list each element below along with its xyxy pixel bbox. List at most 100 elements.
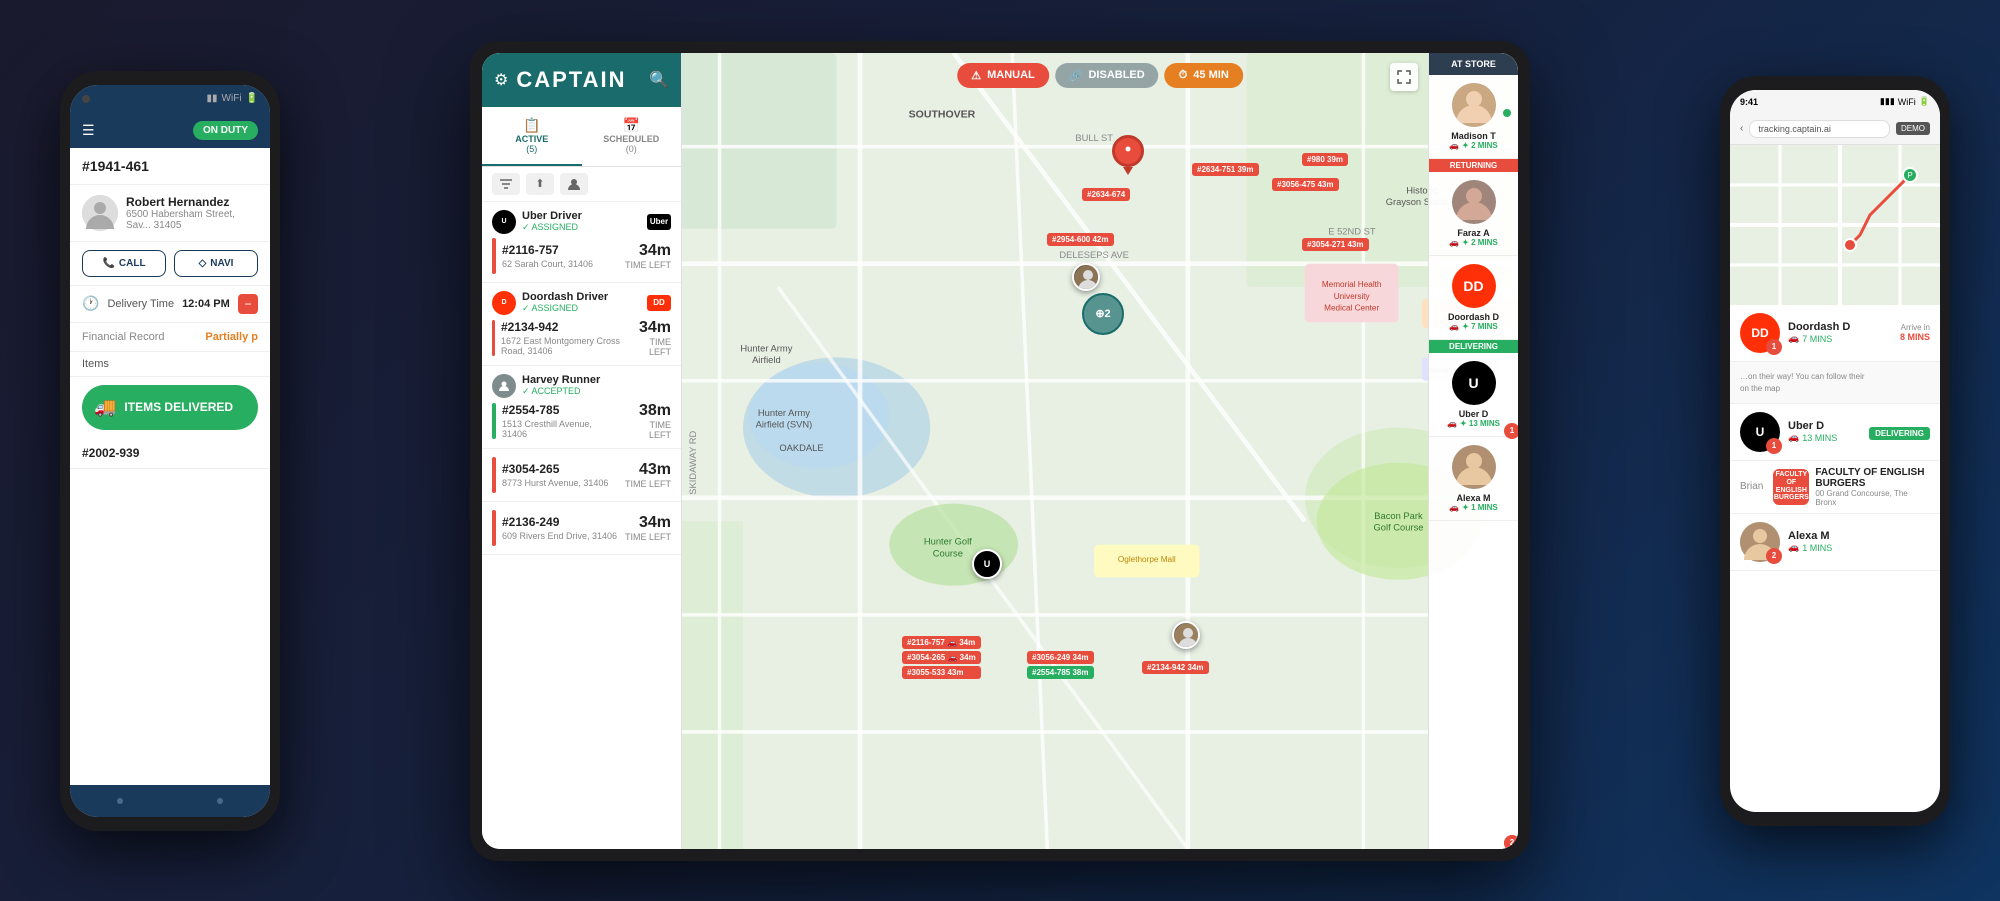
driver-icon — [560, 173, 588, 195]
driver-status-2: ✓ ASSIGNED — [522, 303, 608, 314]
filter-icon[interactable] — [492, 173, 520, 195]
right-driver-madison[interactable]: Madison T 🚗✦ 2 MINS — [1429, 75, 1518, 159]
delivery-notification: …on their way! You can follow theiron th… — [1730, 362, 1940, 404]
right-phone-driver-3[interactable]: 2 Alexa M 🚗 1 MINS — [1730, 514, 1940, 571]
doordash-photo-right: DD 1 — [1740, 313, 1780, 353]
customer-avatar — [82, 195, 118, 231]
order-address-5: 609 Rivers End Drive, 31406 — [502, 531, 617, 541]
phone-map-svg: P — [1730, 145, 1940, 305]
call-button[interactable]: 📞 CALL — [82, 250, 166, 277]
svg-text:Course: Course — [933, 548, 963, 558]
phone-left-screen: ▮▮ WiFi 🔋 ☰ ON DUTY #1941-461 — [70, 85, 270, 817]
camera-dot — [82, 95, 90, 103]
dot-1 — [117, 798, 123, 804]
svg-text:OAKDALE: OAKDALE — [779, 443, 823, 453]
back-btn[interactable]: ‹ — [1740, 123, 1743, 134]
pins-top-right2: #3056-475 43m — [1272, 178, 1339, 191]
on-duty-button[interactable]: ON DUTY — [193, 121, 258, 140]
tablet-screen: ⚙ CAPTAIN 🔍 📋 ACTIVE (5) 📅 SCHEDULED (0) — [482, 53, 1518, 849]
order-id-5: #2136-249 — [502, 515, 617, 529]
items-delivered-button[interactable]: 🚚 ITEMS DELIVERED — [82, 385, 258, 430]
pins-mid: #2634-674 — [1082, 188, 1130, 201]
doordash-d-photo: DD 1 — [1452, 264, 1496, 308]
svg-text:Hunter Golf: Hunter Golf — [924, 536, 972, 546]
menu-icon[interactable]: ☰ — [82, 122, 95, 139]
financial-value: Partially p — [205, 331, 258, 343]
order-item-5[interactable]: #2136-249 609 Rivers End Drive, 31406 34… — [482, 502, 681, 555]
items-section: Items — [70, 352, 270, 377]
doordash-logo: DD — [647, 295, 671, 311]
search-icon[interactable]: 🔍 — [649, 70, 669, 90]
delivering-badge: DELIVERING — [1429, 340, 1518, 353]
phone-customer: Robert Hernandez 6500 Habersham Street, … — [70, 185, 270, 242]
tab-scheduled[interactable]: 📅 SCHEDULED (0) — [582, 107, 682, 166]
doordash-d-name: Doordash D — [1435, 312, 1512, 322]
order-item-3[interactable]: Harvey Runner ✓ ACCEPTED #2554-785 1513 … — [482, 366, 681, 449]
badge-manual[interactable]: ⚠MANUAL — [957, 63, 1049, 88]
restaurant-logo: FACULTY OF ENGLISH BURGERS — [1773, 469, 1809, 505]
pins-cluster-bottom-left: #2116-757 🚗 34m #3054-265 🚗 34m #3055-53… — [902, 636, 981, 679]
svg-text:SKIDAWAY RD: SKIDAWAY RD — [688, 430, 698, 494]
alexa-info: Alexa M 🚗 1 MINS — [1788, 530, 1930, 553]
svg-text:Hunter Army: Hunter Army — [758, 407, 810, 417]
phone-right-map: P — [1730, 145, 1940, 305]
order-item-1[interactable]: U Uber Driver ✓ ASSIGNED Uber #2116-757 … — [482, 202, 681, 283]
driver-marker-1 — [1072, 263, 1100, 291]
clock-icon: 🕐 — [82, 295, 99, 312]
phone-action-buttons: 📞 CALL ◇ NAVI — [70, 242, 270, 286]
right-driver-uber[interactable]: U 1 Uber D 🚗✦ 13 MINS — [1429, 353, 1518, 437]
cluster-bubble[interactable]: ⊕2 — [1082, 293, 1124, 335]
right-driver-doordash[interactable]: DD 1 Doordash D 🚗✦ 7 MINS — [1429, 256, 1518, 340]
map-controls: ⚠MANUAL 🔗DISABLED ⏱45 MIN — [957, 63, 1243, 88]
order-address-2: 1672 East Montgomery Cross Road, 31406 — [501, 336, 631, 356]
driver-name-3: Harvey Runner — [522, 374, 600, 386]
phone-order-id: #1941-461 — [82, 158, 258, 174]
sort-icon[interactable]: ⬆ — [526, 173, 554, 195]
badge-disabled[interactable]: 🔗DISABLED — [1055, 63, 1159, 88]
phone-right-screen: 9:41 ▮▮▮ WiFi 🔋 ‹ tracking.captain.ai DE… — [1730, 90, 1940, 812]
madison-name: Madison T — [1435, 131, 1512, 141]
sidebar-header: ⚙ CAPTAIN 🔍 — [482, 53, 681, 107]
minus-button[interactable]: − — [238, 294, 258, 314]
order-item-2[interactable]: D Doordash Driver ✓ ASSIGNED DD #2134-94… — [482, 283, 681, 366]
right-phone-driver-1[interactable]: DD 1 Doordash D 🚗 7 MINS Arrive in 8 MIN… — [1730, 305, 1940, 362]
badge-time[interactable]: ⏱45 MIN — [1165, 63, 1243, 88]
svg-text:Memorial Health: Memorial Health — [1322, 280, 1382, 289]
delivery-time-row: 🕐 Delivery Time 12:04 PM − — [70, 286, 270, 323]
order-item-4[interactable]: #3054-265 8773 Hurst Avenue, 31406 43m T… — [482, 449, 681, 502]
right-driver-faraz[interactable]: Faraz A 🚗✦ 2 MINS — [1429, 172, 1518, 256]
nav-icon: ◇ — [199, 258, 207, 269]
tablet-right-panel: AT STORE Madison T 🚗✦ 2 MINS — [1428, 53, 1518, 849]
phone-right-statusbar: 9:41 ▮▮▮ WiFi 🔋 — [1730, 90, 1940, 114]
right-phone-driver-2[interactable]: U 1 Uber D 🚗 13 MINS DELIVERING — [1730, 404, 1940, 461]
faraz-name: Faraz A — [1435, 228, 1512, 238]
phone-order-header: #1941-461 — [70, 148, 270, 185]
main-red-pin — [1112, 135, 1144, 175]
phone-right: 9:41 ▮▮▮ WiFi 🔋 ‹ tracking.captain.ai DE… — [1720, 76, 1950, 826]
driver-status-3: ✓ ACCEPTED — [522, 386, 600, 397]
svg-text:BULL ST: BULL ST — [1075, 132, 1113, 142]
gear-icon[interactable]: ⚙ — [494, 70, 508, 90]
signal-right-icon: ▮▮▮ — [1880, 96, 1895, 107]
financial-label: Financial Record — [82, 331, 165, 343]
navi-button[interactable]: ◇ NAVI — [174, 250, 258, 277]
phone-left: ▮▮ WiFi 🔋 ☰ ON DUTY #1941-461 — [60, 71, 280, 831]
driver-marker-2 — [1172, 621, 1200, 649]
tab-active[interactable]: 📋 ACTIVE (5) — [482, 107, 582, 166]
url-bar[interactable]: tracking.captain.ai — [1749, 120, 1890, 138]
svg-text:University: University — [1334, 291, 1371, 300]
uber-d-time: 🚗✦ 13 MINS — [1435, 419, 1512, 428]
order-id-1: #2116-757 — [502, 243, 593, 257]
order-indicator-1 — [492, 238, 496, 274]
pins-top-right: #2634-751 39m — [1192, 163, 1259, 176]
pins-cluster-bottom-right: #2134-942 34m — [1142, 661, 1209, 674]
returning-badge: RETURNING — [1429, 159, 1518, 172]
doordash-arrive-info: Arrive in 8 MINS — [1900, 323, 1930, 342]
restaurant-info: FACULTY OF ENGLISH BURGERS 00 Grand Conc… — [1815, 467, 1930, 507]
order-time-5: 34m TIME LEFT — [625, 514, 671, 542]
fullscreen-icon[interactable] — [1390, 63, 1418, 91]
right-driver-alexa[interactable]: 2 Alexa M 🚗✦ 1 MINS — [1429, 437, 1518, 521]
sidebar-logo: CAPTAIN — [516, 67, 626, 93]
madison-time: 🚗✦ 2 MINS — [1435, 141, 1512, 150]
madison-photo — [1452, 83, 1496, 127]
